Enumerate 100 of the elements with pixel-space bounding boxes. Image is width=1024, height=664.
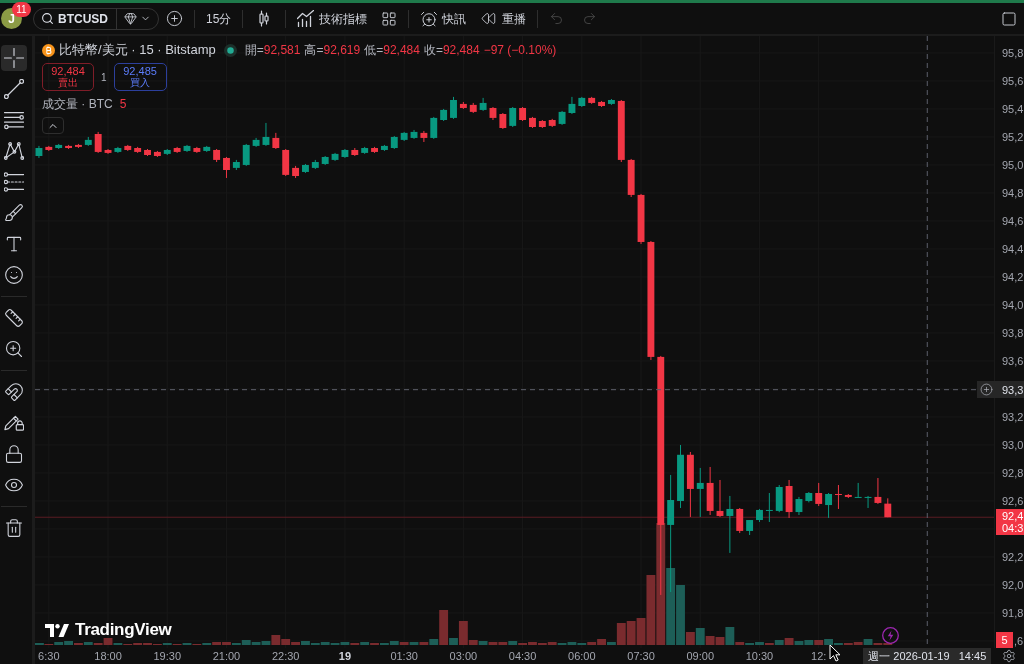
lightning-icon[interactable]	[882, 627, 899, 644]
crosshair-price: 93,3	[1002, 382, 1024, 397]
candlestick	[775, 484, 783, 513]
candlestick	[558, 110, 566, 126]
time-tick-label: 6:30	[38, 649, 60, 663]
pattern-icon	[4, 141, 24, 161]
plus-circle-icon[interactable]	[980, 383, 993, 397]
candlestick	[262, 122, 270, 147]
alerts-button[interactable]: 快訊	[420, 9, 467, 28]
volume-value: 5	[119, 96, 127, 113]
candlestick	[835, 484, 842, 510]
rewind-icon	[481, 11, 497, 26]
bar-chart-icon	[297, 10, 315, 27]
ohlc-reading: 開=92,581	[244, 42, 301, 59]
collapse-button[interactable]	[42, 117, 64, 134]
candlestick	[390, 135, 398, 150]
sell-button[interactable]: 92,484 賣出	[42, 63, 94, 91]
price-tick-label: 95,8	[1002, 45, 1024, 60]
candlestick	[84, 136, 92, 147]
time-tick-label: 03:00	[449, 649, 478, 663]
candlestick	[884, 497, 892, 518]
candlestick	[795, 496, 803, 516]
candlestick	[292, 165, 300, 179]
candlestick	[756, 508, 763, 523]
candlestick	[430, 116, 438, 140]
ohlc-reading: 收=92,484	[423, 42, 480, 59]
logo-mark-icon	[45, 623, 69, 637]
candlestick	[716, 479, 724, 518]
price-tick-label: 95,4	[1002, 101, 1024, 116]
price-tick-label: 95,2	[1002, 129, 1024, 144]
crosshair-button[interactable]	[1, 45, 27, 71]
candlestick	[726, 495, 734, 554]
candlestick	[825, 492, 833, 519]
candlestick	[232, 159, 240, 171]
time-tick-label: 21:00	[212, 649, 241, 663]
diamond-icon	[124, 12, 137, 25]
candlestick	[321, 155, 329, 166]
candlestick	[242, 143, 250, 167]
candlestick	[223, 156, 230, 179]
trend-line-button[interactable]	[1, 76, 27, 102]
candlestick	[529, 116, 536, 129]
smiley-icon	[4, 265, 24, 285]
candlestick	[114, 146, 122, 154]
candlestick	[410, 129, 418, 140]
fullscreen-button[interactable]	[1001, 10, 1017, 27]
settings-icon[interactable]	[1002, 649, 1016, 663]
candlestick	[588, 96, 596, 105]
candlestick	[746, 519, 754, 536]
candlestick	[706, 466, 714, 516]
candlestick	[252, 137, 260, 148]
symbol-search-button[interactable]: BTCUSD	[34, 8, 116, 29]
add-symbol-button[interactable]	[166, 10, 183, 27]
candlestick	[785, 479, 793, 519]
time-tick-label: 22:30	[271, 649, 300, 663]
indicators-button[interactable]: 技術指標	[297, 9, 368, 28]
candlestick	[203, 145, 211, 153]
candlestick	[854, 482, 862, 499]
time-tick-label: 19:30	[153, 649, 181, 663]
horizontal-lines-icon	[4, 110, 24, 130]
candlestick	[193, 146, 201, 154]
forecast-button[interactable]	[1, 169, 27, 195]
line-tool-icon	[4, 79, 24, 99]
candlestick	[696, 467, 704, 518]
time-tick-label: 07:30	[627, 649, 655, 663]
layouts-button[interactable]	[381, 10, 398, 27]
candlestick	[55, 143, 63, 150]
candlestick	[341, 148, 349, 159]
candlestick	[677, 444, 684, 509]
candlestick	[736, 507, 744, 534]
undo-icon	[549, 11, 565, 26]
candlestick	[499, 112, 507, 130]
buy-button[interactable]: 92,485 買入	[113, 63, 167, 91]
replay-button[interactable]: 重播	[481, 9, 527, 28]
crosshair-icon	[4, 48, 24, 68]
candlestick	[65, 144, 72, 150]
trash-icon	[4, 518, 24, 538]
candlestick	[371, 146, 378, 154]
candlestick	[282, 148, 290, 177]
magnet-icon	[4, 382, 24, 402]
candlestick	[874, 477, 882, 505]
candlestick	[213, 148, 221, 163]
crosshair-date: 週一 2026-01-19	[868, 649, 950, 663]
candlestick	[380, 144, 388, 152]
candlestick	[617, 99, 625, 163]
candlestick	[173, 146, 181, 154]
bitcoin-icon	[42, 43, 55, 57]
candlestick	[361, 146, 369, 155]
candlestick	[489, 106, 497, 121]
candlestick	[450, 96, 457, 120]
price-tick-label: 92,6	[1002, 494, 1024, 508]
time-tick-label: 01:30	[390, 649, 418, 663]
mouse-cursor-icon	[829, 644, 841, 662]
lock-icon	[4, 444, 24, 464]
candlestick	[74, 143, 82, 149]
interval-button[interactable]: 15分	[206, 9, 232, 28]
price-tick-label: 92,8	[1002, 465, 1024, 480]
ohlc-reading: 低=92,484	[364, 42, 420, 59]
candlestick	[578, 96, 586, 108]
candlestick	[331, 152, 339, 162]
price-tick-label: 93,8	[1002, 325, 1024, 340]
